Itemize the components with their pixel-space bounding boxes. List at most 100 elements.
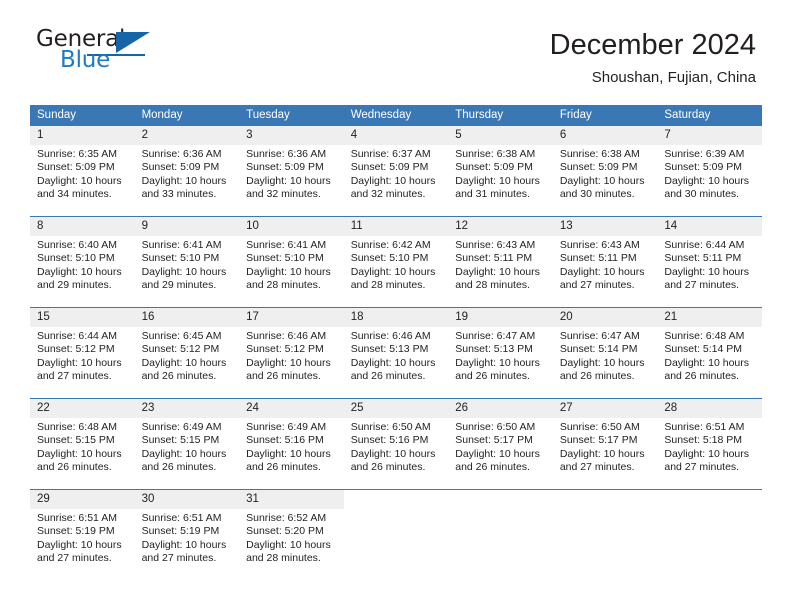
day-number: 15 [30,308,135,327]
sunset-time: Sunset: 5:15 PM [141,434,220,447]
day-cell-body: 24 Sunrise: 6:49 AM Sunset: 5:16 PM Dayligh… [239,399,344,489]
sunset-time: Sunset: 5:12 PM [37,343,115,356]
day-number: 26 [448,399,553,418]
day-sun-info: Sunrise: 6:48 AM Sunset: 5:15 PM Daylight:… [30,418,135,475]
calendar-day-cell[interactable]: 2 Sunrise: 6:36 AM Sunset: 5:09 PM Daylight… [134,126,240,217]
calendar-day-cell[interactable]: 5 Sunrise: 6:38 AM Sunset: 5:09 PM Daylight… [448,126,553,217]
calendar-day-cell[interactable]: 9 Sunrise: 6:41 AM Sunset: 5:10 PM Daylight… [134,216,240,308]
sunset-time: Sunset: 5:19 PM [141,525,220,538]
calendar-week-row: 1 Sunrise: 6:35 AM Sunset: 5:09 PM Daylight… [30,126,762,217]
day-cell-body: 14 Sunrise: 6:44 AM Sunset: 5:11 PM Dayligh… [657,217,762,307]
day-sun-info: Sunrise: 6:50 AM Sunset: 5:17 PM Daylight:… [553,418,658,475]
calendar-day-cell[interactable]: 17 Sunrise: 6:46 AM Sunset: 5:12 PM Dayligh… [239,307,344,399]
calendar-day-cell[interactable]: 20 Sunrise: 6:47 AM Sunset: 5:14 PM Dayligh… [552,307,658,399]
day-cell-body: 15 Sunrise: 6:44 AM Sunset: 5:12 PM Dayligh… [30,308,135,398]
daylight-duration-line-2: and 28 minutes. [350,279,426,292]
day-number: 12 [448,217,553,236]
day-number: 8 [30,217,135,236]
calendar-day-cell[interactable]: 10 Sunrise: 6:41 AM Sunset: 5:10 PM Dayligh… [239,216,344,308]
calendar-day-cell[interactable]: 28 Sunrise: 6:51 AM Sunset: 5:18 PM Dayligh… [657,398,762,490]
sunset-time: Sunset: 5:10 PM [37,252,115,265]
sunset-time: Sunset: 5:12 PM [141,343,220,356]
day-cell-body: 29 Sunrise: 6:51 AM Sunset: 5:19 PM Dayligh… [30,490,135,580]
day-number: 14 [657,217,762,236]
calendar-day-cell[interactable]: 13 Sunrise: 6:43 AM Sunset: 5:11 PM Dayligh… [552,216,658,308]
calendar-day-cell[interactable]: 15 Sunrise: 6:44 AM Sunset: 5:12 PM Dayligh… [30,307,135,399]
day-cell-body: 16 Sunrise: 6:45 AM Sunset: 5:12 PM Dayligh… [134,308,240,398]
daylight-duration-line-1: Daylight: 10 hours [350,447,436,460]
day-sun-info: Sunrise: 6:44 AM Sunset: 5:12 PM Daylight:… [30,327,135,384]
daylight-duration-line-2: and 27 minutes. [664,279,740,292]
day-sun-info: Sunrise: 6:52 AM Sunset: 5:20 PM Daylight:… [239,509,344,566]
title-block: December 2024 Shoushan, Fujian, China [550,28,756,89]
calendar-day-cell[interactable]: 24 Sunrise: 6:49 AM Sunset: 5:16 PM Dayligh… [239,398,344,490]
calendar-day-cell[interactable]: 29 Sunrise: 6:51 AM Sunset: 5:19 PM Dayligh… [30,489,135,580]
calendar-day-cell[interactable]: 18 Sunrise: 6:46 AM Sunset: 5:13 PM Dayligh… [343,307,449,399]
calendar-day-cell[interactable]: 22 Sunrise: 6:48 AM Sunset: 5:15 PM Dayligh… [30,398,135,490]
calendar-day-cell[interactable]: 7 Sunrise: 6:39 AM Sunset: 5:09 PM Daylight… [657,126,762,217]
day-cell-body: 17 Sunrise: 6:46 AM Sunset: 5:12 PM Dayligh… [239,308,344,398]
daylight-duration-line-1: Daylight: 10 hours [350,265,436,278]
calendar-week-row: 29 Sunrise: 6:51 AM Sunset: 5:19 PM Dayligh… [30,489,762,580]
sunrise-time: Sunrise: 6:51 AM [37,512,117,524]
daylight-duration-line-2: and 26 minutes. [455,461,530,474]
calendar-day-cell[interactable]: 12 Sunrise: 6:43 AM Sunset: 5:11 PM Dayligh… [448,216,553,308]
day-cell-body [343,490,449,580]
daylight-duration-line-1: Daylight: 10 hours [559,447,645,460]
calendar-day-cell[interactable]: 1 Sunrise: 6:35 AM Sunset: 5:09 PM Daylight… [30,126,135,217]
calendar-day-cell[interactable]: 26 Sunrise: 6:50 AM Sunset: 5:17 PM Dayligh… [448,398,553,490]
daylight-duration-line-2: and 27 minutes. [559,279,635,292]
day-number: 27 [552,399,658,418]
day-cell-body: 26 Sunrise: 6:50 AM Sunset: 5:17 PM Dayligh… [448,399,553,489]
calendar-day-cell[interactable]: 31 Sunrise: 6:52 AM Sunset: 5:20 PM Dayligh… [239,489,344,580]
sunrise-time: Sunrise: 6:45 AM [141,330,222,342]
weekday-header-tuesday: Tuesday [239,105,344,126]
general-blue-triangle-logo-icon [116,32,150,53]
calendar-empty-cell [657,489,762,580]
day-sun-info: Sunrise: 6:50 AM Sunset: 5:16 PM Daylight:… [344,418,449,475]
calendar-day-cell[interactable]: 4 Sunrise: 6:37 AM Sunset: 5:09 PM Daylight… [343,126,449,217]
calendar-day-cell[interactable]: 6 Sunrise: 6:38 AM Sunset: 5:09 PM Daylight… [552,126,658,217]
daylight-duration-line-1: Daylight: 10 hours [455,447,540,460]
day-number: 18 [343,308,449,327]
page-subtitle-location: Shoushan, Fujian, China [591,69,756,86]
daylight-duration-line-1: Daylight: 10 hours [559,174,645,187]
day-sun-info [344,509,449,512]
sunrise-time: Sunrise: 6:43 AM [455,239,536,251]
day-sun-info: Sunrise: 6:38 AM Sunset: 5:09 PM Daylight:… [448,145,553,202]
calendar-day-cell[interactable]: 25 Sunrise: 6:50 AM Sunset: 5:16 PM Dayligh… [343,398,449,490]
sunset-time: Sunset: 5:10 PM [350,252,429,265]
day-sun-info: Sunrise: 6:42 AM Sunset: 5:10 PM Daylight:… [344,236,449,293]
sunset-time: Sunset: 5:14 PM [664,343,743,356]
daylight-duration-line-2: and 30 minutes. [664,188,740,201]
sunset-time: Sunset: 5:09 PM [664,161,743,174]
daylight-duration-line-1: Daylight: 10 hours [455,265,540,278]
daylight-duration-line-2: and 29 minutes. [37,279,112,292]
day-number: 16 [134,308,240,327]
calendar-day-cell[interactable]: 27 Sunrise: 6:50 AM Sunset: 5:17 PM Dayligh… [552,398,658,490]
calendar-day-cell[interactable]: 14 Sunrise: 6:44 AM Sunset: 5:11 PM Dayligh… [657,216,762,308]
day-sun-info: Sunrise: 6:39 AM Sunset: 5:09 PM Daylight:… [657,145,762,202]
daylight-duration-line-1: Daylight: 10 hours [37,538,122,551]
calendar-day-cell[interactable]: 3 Sunrise: 6:36 AM Sunset: 5:09 PM Daylight… [239,126,344,217]
calendar-day-cell[interactable]: 19 Sunrise: 6:47 AM Sunset: 5:13 PM Dayligh… [448,307,553,399]
day-sun-info: Sunrise: 6:35 AM Sunset: 5:09 PM Daylight:… [30,145,135,202]
calendar-day-cell[interactable]: 11 Sunrise: 6:42 AM Sunset: 5:10 PM Dayligh… [343,216,449,308]
day-cell-body: 20 Sunrise: 6:47 AM Sunset: 5:14 PM Dayligh… [552,308,658,398]
calendar-day-cell[interactable]: 8 Sunrise: 6:40 AM Sunset: 5:10 PM Daylight… [30,216,135,308]
calendar-day-cell[interactable]: 16 Sunrise: 6:45 AM Sunset: 5:12 PM Dayligh… [134,307,240,399]
sunrise-time: Sunrise: 6:51 AM [141,512,222,524]
general-blue-logo[interactable]: General Blue [36,28,176,80]
day-cell-body [448,490,553,580]
calendar-empty-cell [343,489,449,580]
sunset-time: Sunset: 5:16 PM [246,434,324,447]
day-cell-body: 8 Sunrise: 6:40 AM Sunset: 5:10 PM Daylight… [30,217,135,307]
weekday-header-wednesday: Wednesday [343,105,449,126]
sunrise-time: Sunrise: 6:44 AM [664,239,745,251]
calendar-day-cell[interactable]: 30 Sunrise: 6:51 AM Sunset: 5:19 PM Dayligh… [134,489,240,580]
calendar-day-cell[interactable]: 23 Sunrise: 6:49 AM Sunset: 5:15 PM Dayligh… [134,398,240,490]
daylight-duration-line-2: and 27 minutes. [664,461,740,474]
calendar-day-cell[interactable]: 21 Sunrise: 6:48 AM Sunset: 5:14 PM Dayligh… [657,307,762,399]
daylight-duration-line-2: and 31 minutes. [455,188,530,201]
sunrise-time: Sunrise: 6:47 AM [455,330,536,342]
